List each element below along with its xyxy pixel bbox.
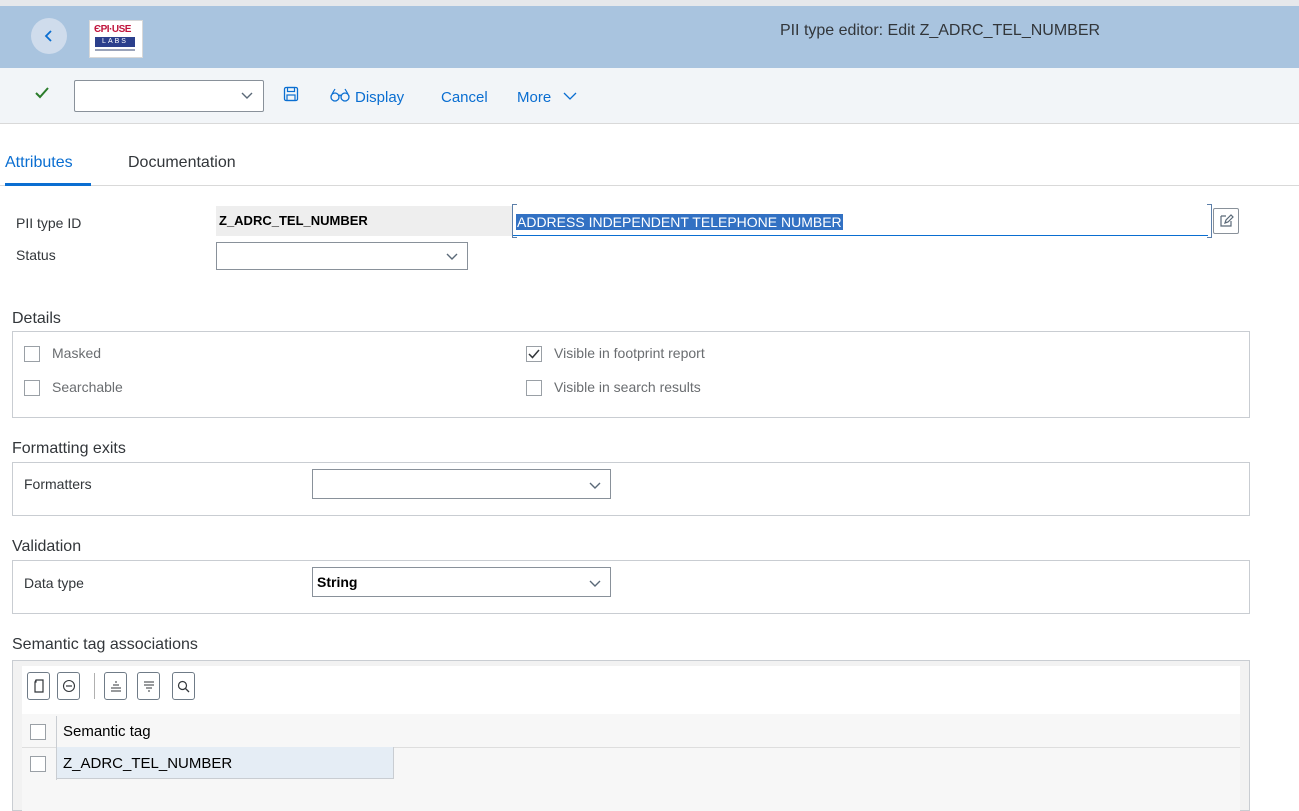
description-input[interactable]: ADDRESS INDEPENDENT TELEPHONE NUMBER [512, 206, 1208, 236]
column-header-semantic-tag[interactable]: Semantic tag [63, 723, 151, 740]
search-button[interactable] [172, 672, 195, 700]
chevron-down-icon [589, 482, 601, 489]
chevron-left-icon [44, 30, 52, 42]
glasses-icon [330, 88, 350, 102]
save-icon[interactable] [283, 86, 299, 102]
checkmark-icon [528, 349, 540, 359]
formatters-label: Formatters [24, 476, 92, 492]
visible-search-checkbox[interactable] [526, 380, 542, 396]
data-type-dropdown[interactable]: String [312, 567, 611, 597]
pii-type-id-label: PII type ID [16, 215, 82, 231]
searchable-label: Searchable [52, 379, 123, 395]
chevron-down-icon[interactable] [563, 90, 577, 102]
validation-title: Validation [12, 538, 82, 555]
status-label: Status [16, 247, 56, 263]
active-tab-indicator [5, 183, 91, 186]
add-row-button[interactable] [27, 672, 50, 700]
tab-attributes[interactable]: Attributes [5, 154, 73, 172]
row-select-checkbox[interactable] [30, 756, 46, 772]
masked-checkbox[interactable] [24, 346, 40, 362]
masked-label: Masked [52, 345, 102, 361]
focus-bracket-left [512, 204, 517, 238]
more-button[interactable]: More [517, 89, 551, 106]
minus-circle-icon [62, 679, 75, 693]
chevron-down-icon [446, 253, 458, 260]
new-document-icon [33, 679, 44, 693]
validation-group [12, 560, 1250, 614]
details-title: Details [12, 310, 61, 327]
search-icon [177, 680, 190, 692]
sort-ascending-icon [110, 681, 121, 692]
cancel-button[interactable]: Cancel [441, 89, 488, 106]
sort-descending-icon [143, 681, 154, 692]
tab-documentation[interactable]: Documentation [128, 154, 236, 172]
back-button[interactable] [31, 18, 67, 54]
formatters-dropdown[interactable] [312, 469, 611, 499]
table-toolbar [22, 666, 1240, 714]
display-button[interactable]: Display [355, 89, 404, 106]
table-row[interactable]: Z_ADRC_TEL_NUMBER [22, 748, 1240, 780]
focus-bracket-right [1207, 204, 1212, 238]
sort-ascending-button[interactable] [104, 672, 127, 700]
status-dropdown[interactable] [216, 242, 468, 270]
data-type-label: Data type [24, 575, 84, 591]
visible-footprint-label: Visible in footprint report [554, 345, 705, 361]
semantic-tag-cell[interactable]: Z_ADRC_TEL_NUMBER [63, 755, 232, 772]
data-type-value: String [317, 574, 358, 590]
visible-footprint-checkbox[interactable] [526, 346, 542, 362]
toolbar-separator [94, 673, 95, 699]
value-help-button[interactable] [1213, 208, 1239, 234]
description-selected-text: ADDRESS INDEPENDENT TELEPHONE NUMBER [516, 214, 843, 230]
sort-descending-button[interactable] [137, 672, 160, 700]
visible-search-label: Visible in search results [554, 379, 701, 395]
searchable-checkbox[interactable] [24, 380, 40, 396]
table-header-row: Semantic tag [22, 716, 1240, 748]
chevron-down-icon[interactable] [240, 88, 254, 102]
select-all-checkbox[interactable] [30, 724, 46, 740]
edit-pencil-icon [1220, 214, 1234, 227]
formatting-title: Formatting exits [12, 440, 126, 457]
semantic-title: Semantic tag associations [12, 636, 198, 653]
chevron-down-icon [589, 580, 601, 587]
delete-row-button[interactable] [57, 672, 80, 700]
page-title: PII type editor: Edit Z_ADRC_TEL_NUMBER [779, 22, 1101, 39]
company-logo: ЄPI·USE LABS [89, 20, 143, 58]
check-icon[interactable] [34, 86, 50, 100]
formatting-group [12, 462, 1250, 516]
command-field[interactable] [74, 80, 264, 112]
pii-type-id-field: Z_ADRC_TEL_NUMBER [216, 206, 512, 236]
